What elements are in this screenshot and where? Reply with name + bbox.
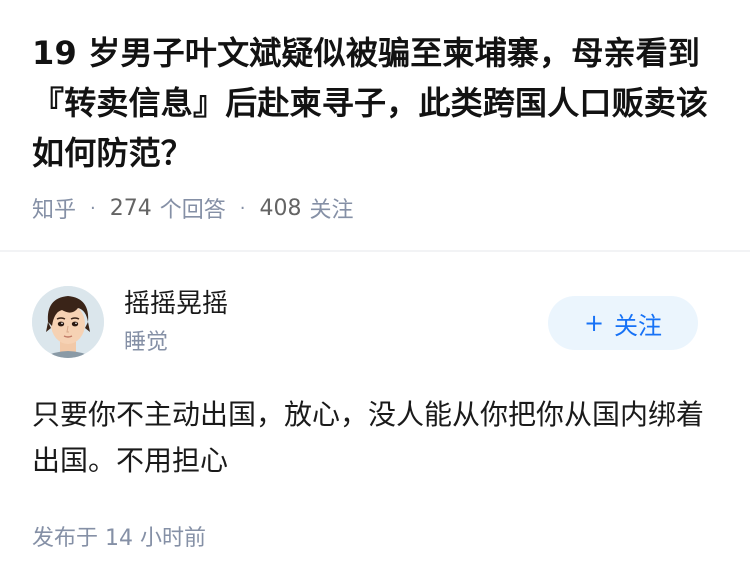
plus-icon: +: [583, 309, 605, 337]
question-header: 19 岁男子叶文斌疑似被骗至柬埔寨，母亲看到『转卖信息』后赴柬寻子，此类跨国人口…: [32, 28, 722, 224]
follow-count-label: 关注: [309, 198, 354, 223]
avatar-image: [32, 286, 104, 358]
separator-dot: ·: [90, 197, 96, 219]
separator-dot: ·: [239, 197, 246, 219]
follow-count: 408: [259, 195, 302, 221]
source-label[interactable]: 知乎: [32, 192, 76, 224]
follow-button-label: 关注: [614, 311, 663, 340]
publish-time: 发布于 14 小时前: [32, 526, 206, 551]
author-card: 摇摇晃摇 睡觉 + 关注: [32, 286, 718, 362]
author-name[interactable]: 摇摇晃摇: [124, 286, 228, 322]
answer-content[interactable]: 只要你不主动出国，放心，没人能从你把你从国内绑着出国。不用担心: [32, 392, 712, 484]
author-headline: 睡觉: [124, 330, 169, 355]
answer-count: 274: [109, 195, 152, 221]
follow-button[interactable]: + 关注: [548, 296, 698, 350]
question-meta: 知乎 · 274 个回答 · 408 关注: [32, 192, 722, 224]
answer-count-label[interactable]: 个回答: [160, 192, 226, 224]
question-title[interactable]: 19 岁男子叶文斌疑似被骗至柬埔寨，母亲看到『转卖信息』后赴柬寻子，此类跨国人口…: [32, 28, 722, 178]
avatar[interactable]: [32, 286, 104, 358]
section-divider: [0, 250, 750, 252]
